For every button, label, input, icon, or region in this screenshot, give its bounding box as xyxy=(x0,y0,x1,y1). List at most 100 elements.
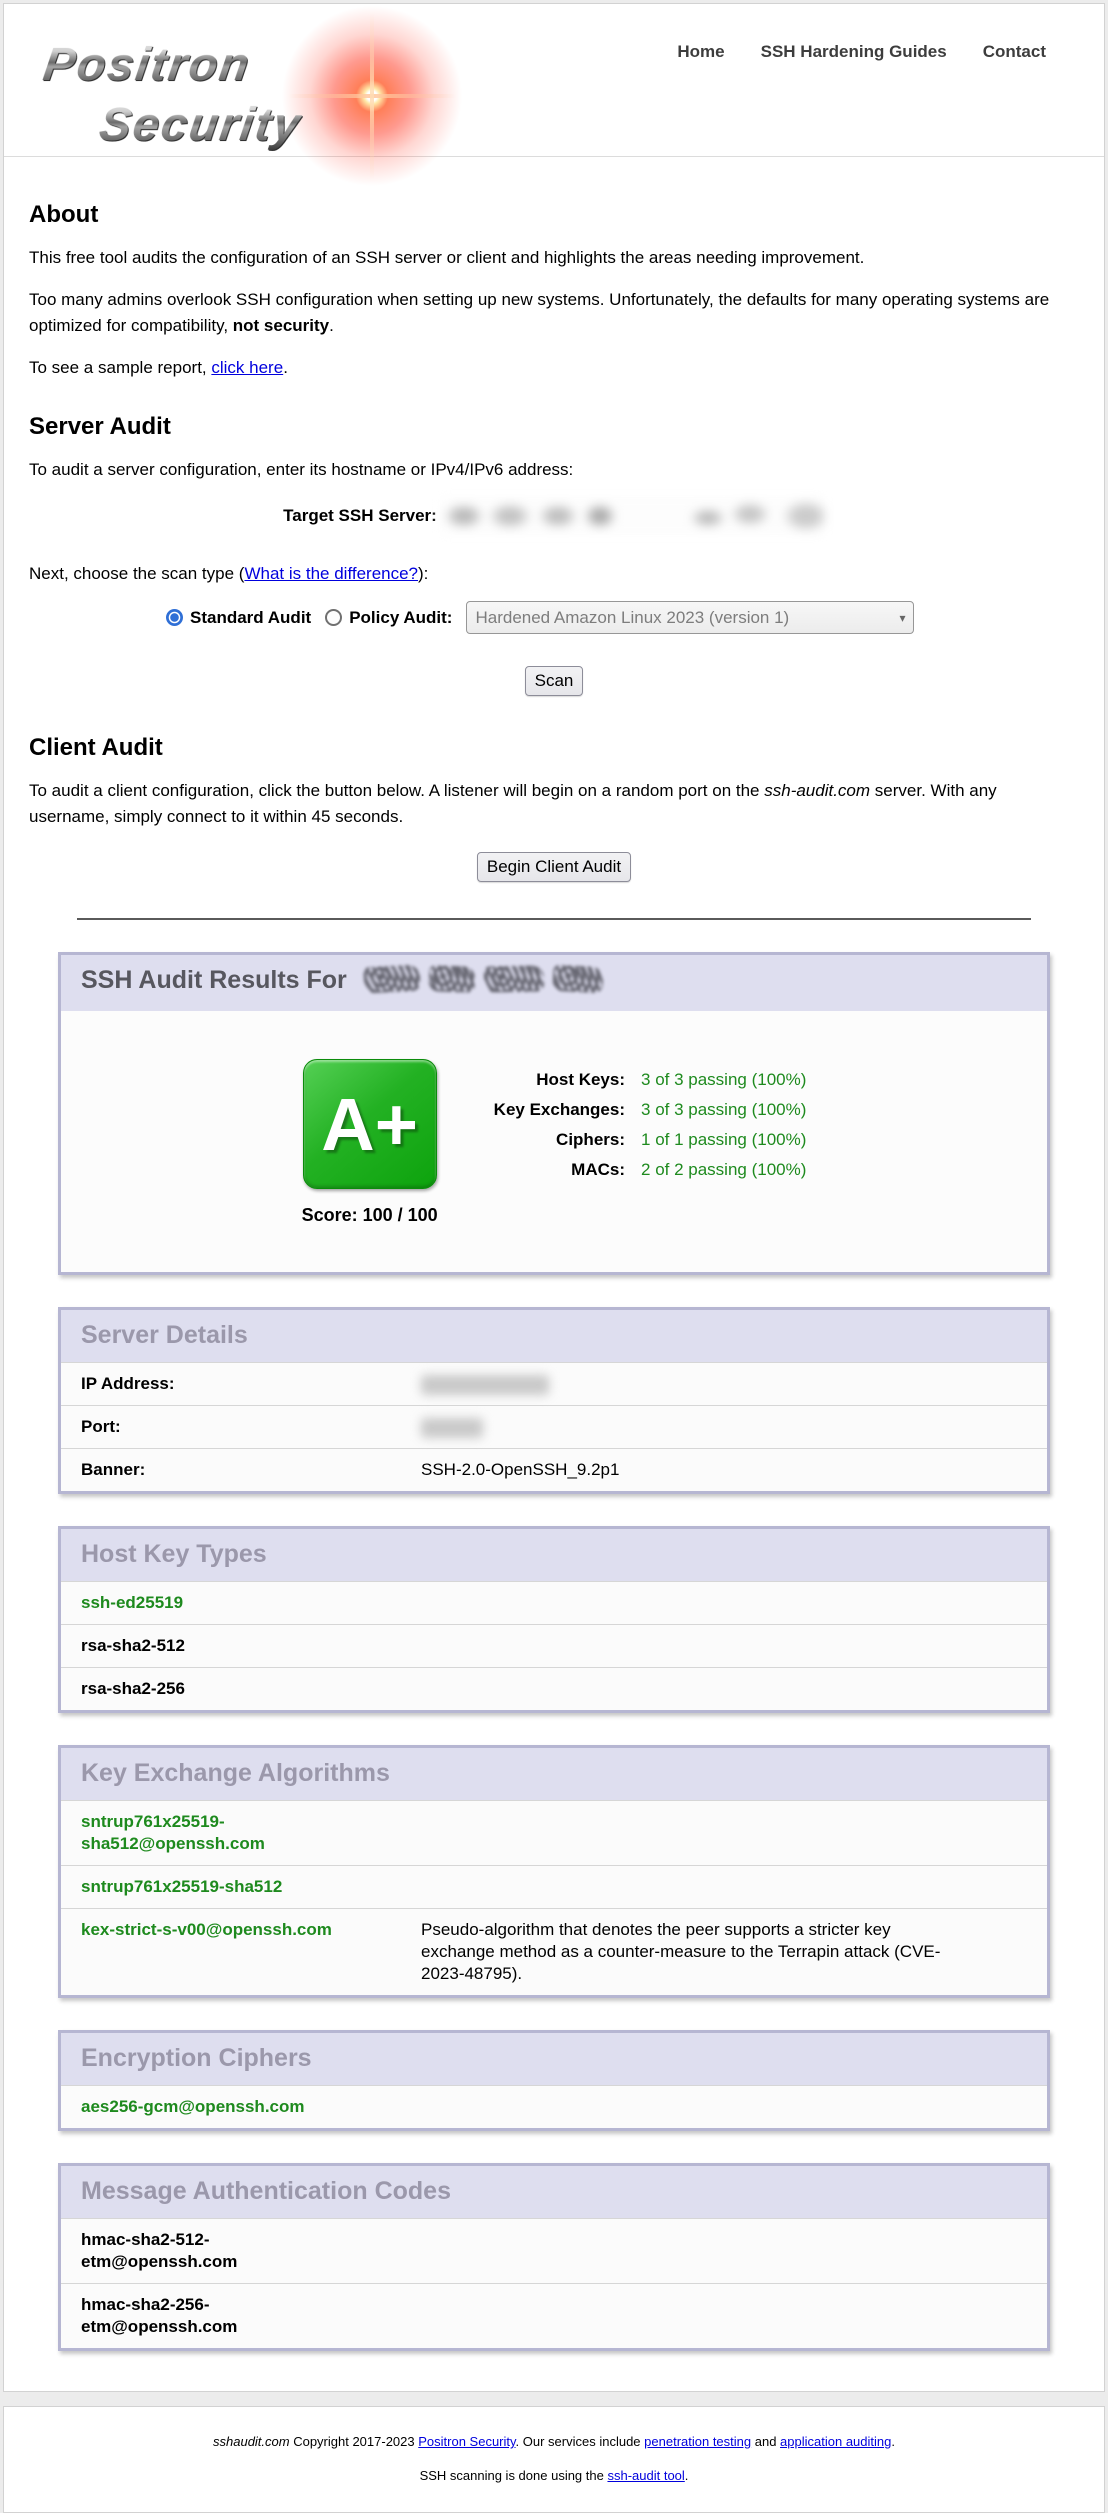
target-server-row: Target SSH Server: xyxy=(29,497,1079,535)
sample-report-text: To see a sample report, xyxy=(29,358,211,377)
results-title-text: SSH Audit Results For xyxy=(81,966,347,994)
ip-address-value xyxy=(365,1373,1047,1395)
macs-panel: Message Authentication Codes hmac-sha2-5… xyxy=(58,2163,1050,2351)
positron-security-logo[interactable]: Positron Security xyxy=(42,14,482,154)
banner-value: SSH-2.0-OpenSSH_9.2p1 xyxy=(365,1459,1047,1481)
table-row: sntrup761x25519-sha512 xyxy=(61,1865,1047,1908)
table-row: kex-strict-s-v00@openssh.comPseudo-algor… xyxy=(61,1908,1047,1995)
table-row: sntrup761x25519-sha512@openssh.com xyxy=(61,1800,1047,1865)
standard-audit-label: Standard Audit xyxy=(190,608,311,628)
footer-scanning-text: SSH scanning is done using the xyxy=(420,2468,608,2483)
scan-type-radio-row: Standard Audit Policy Audit: Hardened Am… xyxy=(166,601,1079,634)
scan-button[interactable]: Scan xyxy=(525,666,584,696)
starburst-icon xyxy=(282,6,462,186)
policy-select-value: Hardened Amazon Linux 2023 (version 1) xyxy=(475,608,789,628)
client-audit-text: To audit a client configuration, click t… xyxy=(29,781,764,800)
grade-badge-wrap: A+ Score: 100 / 100 xyxy=(302,1059,438,1226)
redacted-ip xyxy=(421,1375,549,1395)
nav-ssh-hardening-guides[interactable]: SSH Hardening Guides xyxy=(761,42,947,62)
target-server-input[interactable] xyxy=(440,497,825,535)
host-key-note xyxy=(365,1592,1047,1614)
footer-positron-link[interactable]: Positron Security xyxy=(418,2434,515,2449)
section-divider xyxy=(77,918,1031,920)
site-footer: sshaudit.com Copyright 2017-2023 Positro… xyxy=(3,2406,1105,2513)
nav-home[interactable]: Home xyxy=(677,42,724,62)
standard-audit-radio[interactable] xyxy=(166,609,183,626)
kex-note-text: Pseudo-algorithm that denotes the peer s… xyxy=(421,1919,941,1985)
policy-audit-radio[interactable] xyxy=(325,609,342,626)
host-key-name: ssh-ed25519 xyxy=(81,1592,365,1614)
footer-ssh-audit-tool-link[interactable]: ssh-audit tool xyxy=(607,2468,684,2483)
stat-value: 3 of 3 passing (100%) xyxy=(641,1069,806,1090)
results-stats: Host Keys: 3 of 3 passing (100%) Key Exc… xyxy=(494,1069,807,1180)
server-audit-intro: To audit a server configuration, enter i… xyxy=(29,457,1079,483)
table-row: ssh-ed25519 xyxy=(61,1581,1047,1624)
host-key-note xyxy=(365,1635,1047,1657)
server-details-header: Server Details xyxy=(61,1310,1047,1362)
footer-pentest-link[interactable]: penetration testing xyxy=(644,2434,751,2449)
main-content-box: Positron Security Home SSH Hardening Gui… xyxy=(3,3,1105,2392)
sample-report-link[interactable]: click here xyxy=(211,358,283,377)
table-row: hmac-sha2-512-etm@openssh.com xyxy=(61,2218,1047,2283)
footer-and-text: and xyxy=(751,2434,780,2449)
results-body: A+ Score: 100 / 100 Host Keys: 3 of 3 pa… xyxy=(61,1011,1047,1272)
host-key-note xyxy=(365,1678,1047,1700)
cipher-note xyxy=(365,2096,1047,2118)
client-audit-domain: ssh-audit.com xyxy=(764,781,870,800)
about-paragraph-1: This free tool audits the configuration … xyxy=(29,245,1079,271)
footer-auditing-link[interactable]: application auditing xyxy=(780,2434,891,2449)
stat-label: Key Exchanges: xyxy=(494,1099,625,1120)
footer-site-name: sshaudit.com xyxy=(213,2434,290,2449)
port-label: Port: xyxy=(81,1416,365,1438)
host-key-types-header: Host Key Types xyxy=(61,1529,1047,1581)
footer-services-text: . Our services include xyxy=(516,2434,645,2449)
sample-report-period: . xyxy=(283,358,288,377)
site-header: Positron Security Home SSH Hardening Gui… xyxy=(4,4,1104,157)
table-row: aes256-gcm@openssh.com xyxy=(61,2085,1047,2128)
stat-label: Ciphers: xyxy=(494,1129,625,1150)
about-heading: About xyxy=(29,201,1079,229)
banner-label: Banner: xyxy=(81,1459,365,1481)
about-paragraph-2: Too many admins overlook SSH configurati… xyxy=(29,287,1079,339)
mac-note xyxy=(365,2294,1047,2338)
footer-copyright: Copyright 2017-2023 xyxy=(290,2434,419,2449)
scan-type-text-end: ): xyxy=(418,564,428,583)
policy-audit-label: Policy Audit: xyxy=(349,608,452,628)
ssh-audit-results-panel: SSH Audit Results For A+ Score: 100 / 10… xyxy=(58,952,1050,1275)
kex-note xyxy=(365,1811,1047,1855)
stat-value: 2 of 2 passing (100%) xyxy=(641,1159,806,1180)
about-p2-bold: not security xyxy=(233,316,329,335)
target-server-label: Target SSH Server: xyxy=(283,506,437,526)
table-row: Banner: SSH-2.0-OpenSSH_9.2p1 xyxy=(61,1448,1047,1491)
footer-line-1: sshaudit.com Copyright 2017-2023 Positro… xyxy=(4,2434,1104,2449)
chevron-down-icon: ▾ xyxy=(899,611,905,625)
main-nav: Home SSH Hardening Guides Contact xyxy=(677,42,1046,62)
about-p2-text: Too many admins overlook SSH configurati… xyxy=(29,290,1049,335)
table-row: rsa-sha2-512 xyxy=(61,1624,1047,1667)
grade-badge: A+ xyxy=(303,1059,437,1189)
table-row: Port: xyxy=(61,1405,1047,1448)
key-exchange-header: Key Exchange Algorithms xyxy=(61,1748,1047,1800)
server-details-panel: Server Details IP Address: Port: Banner:… xyxy=(58,1307,1050,1494)
scan-type-line: Next, choose the scan type (What is the … xyxy=(29,561,1079,587)
scan-type-text: Next, choose the scan type ( xyxy=(29,564,244,583)
nav-contact[interactable]: Contact xyxy=(983,42,1046,62)
scan-type-difference-link[interactable]: What is the difference? xyxy=(244,564,418,583)
client-audit-paragraph: To audit a client configuration, click t… xyxy=(29,778,1079,830)
stat-label: Host Keys: xyxy=(494,1069,625,1090)
host-key-name: rsa-sha2-512 xyxy=(81,1635,365,1657)
kex-name: sntrup761x25519-sha512@openssh.com xyxy=(81,1811,365,1855)
begin-client-audit-button[interactable]: Begin Client Audit xyxy=(477,852,631,882)
kex-note xyxy=(365,1876,1047,1898)
score-label: Score: 100 / 100 xyxy=(302,1205,438,1226)
host-key-types-panel: Host Key Types ssh-ed25519 rsa-sha2-512 … xyxy=(58,1526,1050,1713)
cipher-name: aes256-gcm@openssh.com xyxy=(81,2096,365,2118)
footer-line-2: SSH scanning is done using the ssh-audit… xyxy=(4,2468,1104,2483)
about-paragraph-3: To see a sample report, click here. xyxy=(29,355,1079,381)
results-panel-header: SSH Audit Results For xyxy=(61,955,1047,1011)
redacted-hostname xyxy=(364,966,612,999)
kex-name: sntrup761x25519-sha512 xyxy=(81,1876,365,1898)
redacted-port xyxy=(421,1418,483,1438)
server-audit-heading: Server Audit xyxy=(29,413,1079,441)
policy-select[interactable]: Hardened Amazon Linux 2023 (version 1) ▾ xyxy=(466,601,914,634)
